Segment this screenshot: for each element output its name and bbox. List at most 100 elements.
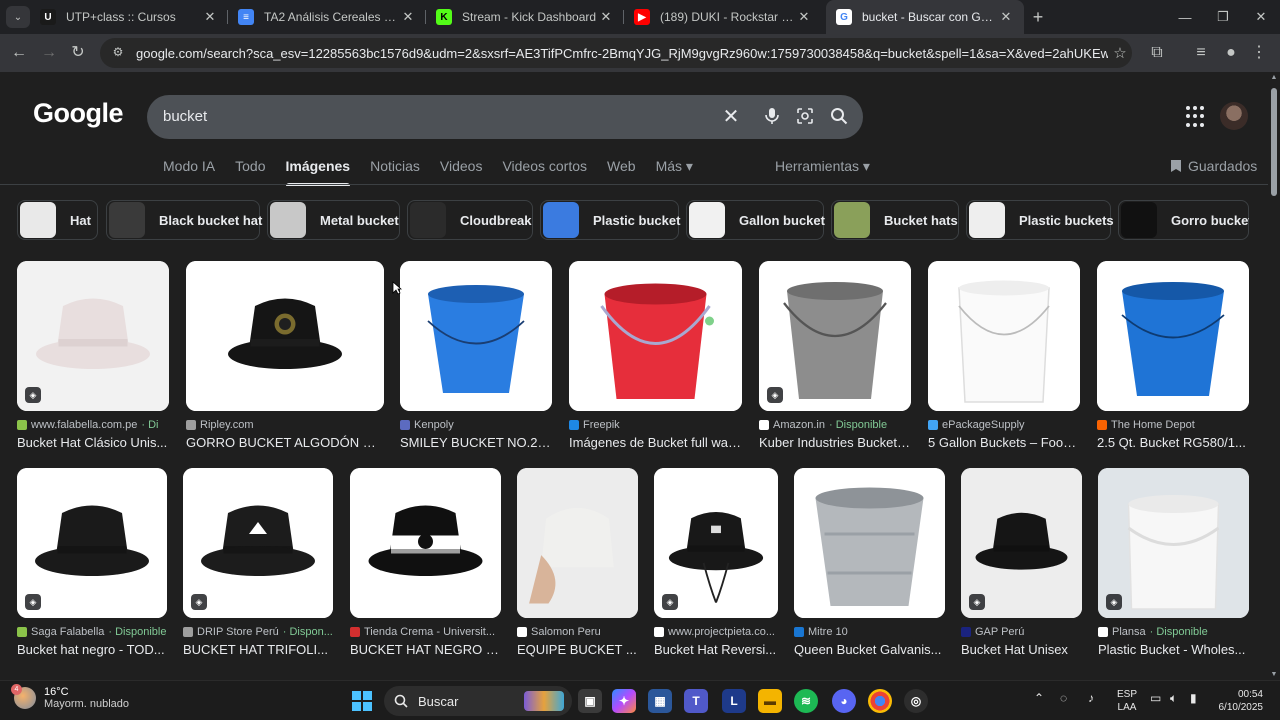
nav-tab[interactable]: Videos [440, 158, 483, 186]
taskbar-search[interactable]: Buscar [384, 686, 572, 716]
site-info-icon[interactable]: ⚙ [110, 45, 126, 61]
related-search-chip[interactable]: Metal bucket [267, 200, 400, 240]
close-tab-icon[interactable]: ✕ [998, 9, 1014, 25]
scrollbar-thumb[interactable] [1271, 88, 1277, 196]
close-tab-icon[interactable]: ✕ [598, 9, 614, 25]
forward-icon[interactable]: → [38, 42, 60, 64]
copilot-icon[interactable]: ✦ [612, 689, 636, 713]
nav-tab[interactable]: Más ▾ [656, 158, 693, 186]
image-result[interactable]: Freepik Imágenes de Bucket full wat... [569, 261, 742, 450]
result-source[interactable]: Salomon Peru [517, 626, 638, 638]
result-caption[interactable]: 2.5 Qt. Bucket RG580/1... [1097, 435, 1249, 450]
result-caption[interactable]: BUCKET HAT NEGRO "... [350, 642, 501, 657]
result-source[interactable]: Tienda Crema - Universit... [350, 626, 501, 638]
related-search-chip[interactable]: Plastic buckets [966, 200, 1114, 240]
result-source[interactable]: Plansa · Disponible [1098, 626, 1249, 638]
image-result[interactable]: ◈ www.projectpieta.co... Bucket Hat Revers… [654, 468, 778, 657]
result-source[interactable]: Saga Falabella · Disponible [17, 626, 167, 638]
result-image[interactable]: ◈ [17, 468, 167, 618]
chrome-icon[interactable] [868, 689, 892, 713]
chrome-menu-icon[interactable]: ⋮ [1248, 42, 1270, 64]
search-icon[interactable] [829, 107, 849, 127]
image-result[interactable]: ◈ DRIP Store Perú · Dispon... BUCKET HAT TR… [183, 468, 333, 657]
search-box[interactable]: bucket ✕ [147, 95, 863, 139]
spotify-icon[interactable]: ≋ [794, 689, 818, 713]
volume-icon[interactable]: 🔈︎ [1170, 691, 1177, 706]
image-result[interactable]: ◈ Plansa · Disponible Plastic Bucket - Whol… [1098, 468, 1249, 657]
discord-icon[interactable]: ◕ [832, 689, 856, 713]
related-search-chip[interactable]: Hat [17, 200, 98, 240]
google-apps-icon[interactable] [1186, 106, 1208, 128]
l-app-icon[interactable]: L [722, 689, 746, 713]
nav-tab[interactable]: Noticias [370, 158, 420, 186]
nav-tab[interactable]: Web [607, 158, 636, 186]
result-source[interactable]: Freepik [569, 419, 742, 431]
browser-tab[interactable]: K Stream - Kick Dashboard ✕ [426, 0, 624, 34]
related-search-chip[interactable]: Cloudbreak [407, 200, 533, 240]
weather-widget[interactable]: 4 16°C Mayorm. nublado [11, 684, 129, 710]
result-source[interactable]: Ripley.com [186, 419, 384, 431]
browser-tab[interactable]: ▶ (189) DUKI - Rockstar (Video Of✕ [624, 0, 822, 34]
scroll-up-icon[interactable]: ▲ [1270, 74, 1278, 81]
result-source[interactable]: The Home Depot [1097, 419, 1249, 431]
result-source[interactable]: GAP Perú [961, 626, 1082, 638]
image-result[interactable]: ◈ Amazon.in · Disponible Kuber Industries B… [759, 261, 911, 450]
tray-app-icon[interactable]: ◌ [1060, 691, 1067, 705]
voice-search-icon[interactable] [762, 107, 782, 127]
result-source[interactable]: Mitre 10 [794, 626, 945, 638]
task-view-icon[interactable]: ▣ [578, 689, 602, 713]
search-query[interactable]: bucket [163, 108, 207, 125]
windows-start-icon[interactable] [352, 691, 372, 711]
result-source[interactable]: DRIP Store Perú · Dispon... [183, 626, 333, 638]
result-image[interactable] [350, 468, 501, 618]
result-caption[interactable]: Bucket Hat Reversi... [654, 642, 778, 657]
browser-tab[interactable]: Gbucket - Buscar con Google ✕ [826, 0, 1024, 34]
url-text[interactable]: google.com/search?sca_esv=12285563bc1576… [136, 46, 1108, 61]
reload-icon[interactable]: ↻ [67, 42, 89, 64]
system-clock[interactable]: 00:54 6/10/2025 [1207, 688, 1264, 714]
close-tab-icon[interactable]: ✕ [400, 9, 416, 25]
image-result[interactable]: Tienda Crema - Universit... BUCKET HAT NE… [350, 468, 501, 657]
profile-icon[interactable]: ● [1220, 42, 1242, 64]
result-image[interactable] [1097, 261, 1249, 411]
input-language[interactable]: ESP LAA [1117, 688, 1137, 714]
result-source[interactable]: Amazon.in · Disponible [759, 419, 911, 431]
nav-tab[interactable]: Modo IA [163, 158, 215, 186]
result-image[interactable] [186, 261, 384, 411]
tools-button[interactable]: Herramientas ▾ [775, 158, 870, 175]
page-scrollbar[interactable]: ▲ ▼ [1268, 72, 1280, 680]
image-result[interactable]: ePackageSupply 5 Gallon Buckets – Food... [928, 261, 1080, 450]
browser-tab[interactable]: U UTP+class :: Cursos ✕ [30, 0, 228, 34]
result-image[interactable] [400, 261, 552, 411]
close-tab-icon[interactable]: ✕ [796, 9, 812, 25]
close-window-button[interactable]: ✕ [1238, 0, 1280, 34]
tab-search-icon[interactable]: ⌄ [6, 6, 30, 28]
result-image[interactable]: ◈ [654, 468, 778, 618]
result-caption[interactable]: EQUIPE BUCKET ... [517, 642, 638, 657]
result-image[interactable]: ◈ [1098, 468, 1249, 618]
microphone-icon[interactable]: ♪ [1088, 691, 1094, 705]
back-icon[interactable]: ← [8, 42, 30, 64]
network-icon[interactable]: ▭ [1150, 691, 1161, 705]
image-result[interactable]: ◈ www.falabella.com.pe · Di Bucket Hat Clás… [17, 261, 169, 450]
address-bar[interactable]: ⚙ google.com/search?sca_esv=12285563bc15… [100, 38, 1132, 68]
result-source[interactable]: Kenpoly [400, 419, 552, 431]
nav-tab[interactable]: Videos cortos [502, 158, 587, 186]
image-result[interactable]: The Home Depot 2.5 Qt. Bucket RG580/1... [1097, 261, 1249, 450]
browser-tab[interactable]: ≡ TA2 Análisis Cereales Ángel en✕ [228, 0, 426, 34]
scroll-down-icon[interactable]: ▼ [1270, 671, 1278, 678]
store-icon[interactable]: ▦ [648, 689, 672, 713]
tray-chevron-icon[interactable]: ⌃ [1034, 691, 1044, 705]
result-caption[interactable]: 5 Gallon Buckets – Food... [928, 435, 1080, 450]
saved-button[interactable]: Guardados [1170, 158, 1257, 174]
result-image[interactable]: ◈ [183, 468, 333, 618]
lens-search-icon[interactable] [795, 107, 815, 127]
related-search-chip[interactable]: Plastic bucket [540, 200, 680, 240]
account-avatar[interactable] [1220, 102, 1248, 130]
result-caption[interactable]: Bucket hat negro - TOD... [17, 642, 167, 657]
result-source[interactable]: www.projectpieta.co... [654, 626, 778, 638]
result-caption[interactable]: BUCKET HAT TRIFOLI... [183, 642, 333, 657]
media-control-icon[interactable]: ≡ [1190, 42, 1212, 64]
result-caption[interactable]: Imágenes de Bucket full wat... [569, 435, 742, 450]
nav-tab[interactable]: Todo [235, 158, 265, 186]
